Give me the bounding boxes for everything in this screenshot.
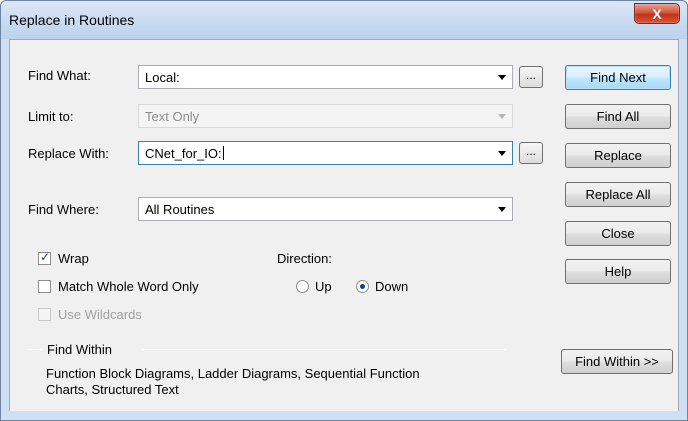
radio-selected-dot bbox=[360, 284, 365, 289]
find-all-button[interactable]: Find All bbox=[565, 104, 671, 129]
find-within-separator-left bbox=[28, 349, 42, 350]
find-where-label: Find Where: bbox=[28, 202, 99, 217]
find-where-combo[interactable]: All Routines bbox=[138, 197, 513, 221]
replace-with-browse-button[interactable]: ... bbox=[519, 142, 543, 164]
replace-all-button[interactable]: Replace All bbox=[565, 182, 671, 207]
replace-dialog: Replace in Routines X Find What: Local: … bbox=[0, 0, 688, 421]
replace-with-value: CNet_for_IO: bbox=[145, 146, 224, 161]
direction-down-label[interactable]: Down bbox=[375, 279, 408, 294]
chevron-down-icon[interactable] bbox=[498, 207, 506, 212]
chevron-down-icon[interactable] bbox=[498, 151, 506, 156]
find-what-combo[interactable]: Local: bbox=[138, 65, 513, 89]
match-whole-word-checkbox[interactable] bbox=[38, 280, 51, 293]
find-within-button[interactable]: Find Within >> bbox=[561, 349, 673, 374]
replace-button[interactable]: Replace bbox=[565, 143, 671, 168]
use-wildcards-label: Use Wildcards bbox=[58, 307, 142, 322]
direction-down-radio[interactable] bbox=[356, 280, 369, 293]
find-next-button[interactable]: Find Next bbox=[565, 65, 671, 90]
find-within-scope-text: Function Block Diagrams, Ladder Diagrams… bbox=[46, 366, 420, 398]
chevron-down-icon[interactable] bbox=[498, 75, 506, 80]
wrap-label[interactable]: Wrap bbox=[58, 251, 89, 266]
direction-up-label[interactable]: Up bbox=[315, 279, 332, 294]
title-bar[interactable]: Replace in Routines X bbox=[1, 1, 687, 39]
find-where-value: All Routines bbox=[145, 202, 215, 217]
replace-with-label: Replace With: bbox=[28, 146, 109, 161]
find-within-separator-right bbox=[142, 349, 506, 350]
chevron-down-icon bbox=[498, 114, 506, 119]
find-within-scope-line2: Charts, Structured Text bbox=[46, 382, 179, 397]
window-bottom-frame bbox=[1, 411, 687, 420]
checkmark-icon: ✓ bbox=[40, 250, 51, 264]
limit-to-combo: Text Only bbox=[138, 104, 513, 128]
close-button[interactable]: Close bbox=[565, 221, 671, 246]
limit-to-label: Limit to: bbox=[28, 109, 74, 124]
find-within-label: Find Within bbox=[47, 342, 113, 357]
direction-up-radio[interactable] bbox=[296, 280, 309, 293]
replace-with-text: CNet_for_IO: bbox=[145, 146, 222, 161]
match-whole-word-label[interactable]: Match Whole Word Only bbox=[58, 279, 199, 294]
help-button[interactable]: Help bbox=[565, 259, 671, 284]
close-icon[interactable]: X bbox=[634, 3, 680, 24]
use-wildcards-checkbox bbox=[38, 308, 51, 321]
find-what-label: Find What: bbox=[28, 68, 91, 83]
direction-label: Direction: bbox=[277, 251, 332, 266]
find-what-browse-button[interactable]: ... bbox=[519, 66, 543, 88]
wrap-checkbox[interactable]: ✓ bbox=[38, 250, 51, 265]
dialog-client-area: Find What: Local: ... Limit to: Text Onl… bbox=[9, 39, 679, 414]
limit-to-value: Text Only bbox=[145, 109, 200, 124]
text-caret bbox=[222, 146, 224, 160]
replace-with-combo[interactable]: CNet_for_IO: bbox=[138, 141, 513, 165]
dialog-title: Replace in Routines bbox=[9, 12, 135, 28]
find-within-scope-line1: Function Block Diagrams, Ladder Diagrams… bbox=[46, 366, 420, 381]
find-what-value: Local: bbox=[145, 70, 180, 85]
